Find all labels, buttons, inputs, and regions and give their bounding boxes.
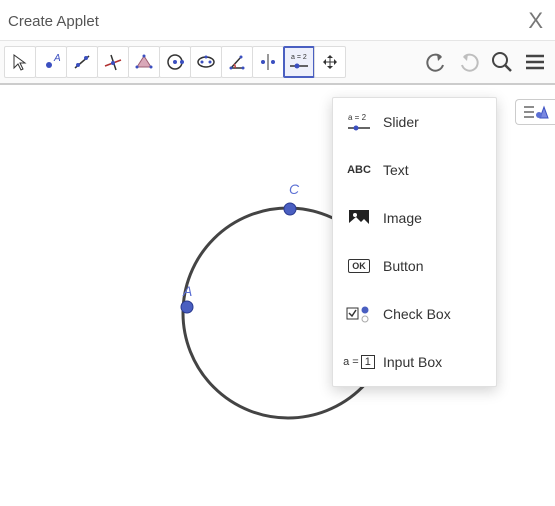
undo-button[interactable]: [419, 45, 453, 79]
angle-tool[interactable]: [221, 46, 253, 78]
dd-label: Button: [383, 258, 423, 274]
dd-label: Image: [383, 210, 422, 226]
dd-checkbox[interactable]: Check Box: [333, 290, 496, 338]
dd-button[interactable]: OK Button: [333, 242, 496, 290]
dd-slider[interactable]: a = 2 Slider: [333, 98, 496, 146]
perpendicular-tool[interactable]: [97, 46, 129, 78]
dd-label: Input Box: [383, 354, 442, 370]
dd-inputbox[interactable]: a =1 Input Box: [333, 338, 496, 386]
line-tool[interactable]: [66, 46, 98, 78]
slider-tool[interactable]: a = 2: [283, 46, 315, 78]
toolbar: A a = 2: [0, 41, 555, 85]
close-icon[interactable]: X: [528, 8, 543, 34]
menu-button[interactable]: [518, 45, 552, 79]
slider-icon: a = 2: [343, 111, 375, 133]
polygon-tool[interactable]: [128, 46, 160, 78]
graphics-view[interactable]: A C a = 2 Slider ABC Text Image OK Butto…: [0, 85, 555, 501]
point-a[interactable]: [181, 301, 193, 313]
reflect-tool[interactable]: [252, 46, 284, 78]
ellipse-tool[interactable]: [190, 46, 222, 78]
svg-text:a = 2: a = 2: [348, 113, 367, 122]
button-icon: OK: [343, 259, 375, 273]
redo-button[interactable]: [452, 45, 486, 79]
search-button[interactable]: [485, 45, 519, 79]
dd-label: Text: [383, 162, 409, 178]
label-c: C: [289, 181, 299, 197]
label-a: A: [183, 283, 192, 299]
dd-label: Slider: [383, 114, 419, 130]
point-tool[interactable]: A: [35, 46, 67, 78]
circle-tool[interactable]: [159, 46, 191, 78]
slider-mini-label: a = 2: [291, 54, 307, 61]
inputbox-icon: a =1: [343, 355, 375, 369]
move-view-tool[interactable]: [314, 46, 346, 78]
page-title: Create Applet: [8, 13, 99, 30]
text-icon: ABC: [343, 164, 375, 176]
checkbox-icon: [343, 304, 375, 324]
dd-label: Check Box: [383, 306, 451, 322]
slider-dropdown: a = 2 Slider ABC Text Image OK Button Ch…: [332, 97, 497, 387]
dd-image[interactable]: Image: [333, 194, 496, 242]
algebra-toggle[interactable]: [515, 99, 555, 125]
move-tool[interactable]: [4, 46, 36, 78]
point-c[interactable]: [284, 203, 296, 215]
image-icon: [343, 209, 375, 227]
dd-text[interactable]: ABC Text: [333, 146, 496, 194]
svg-text:A: A: [53, 53, 61, 64]
